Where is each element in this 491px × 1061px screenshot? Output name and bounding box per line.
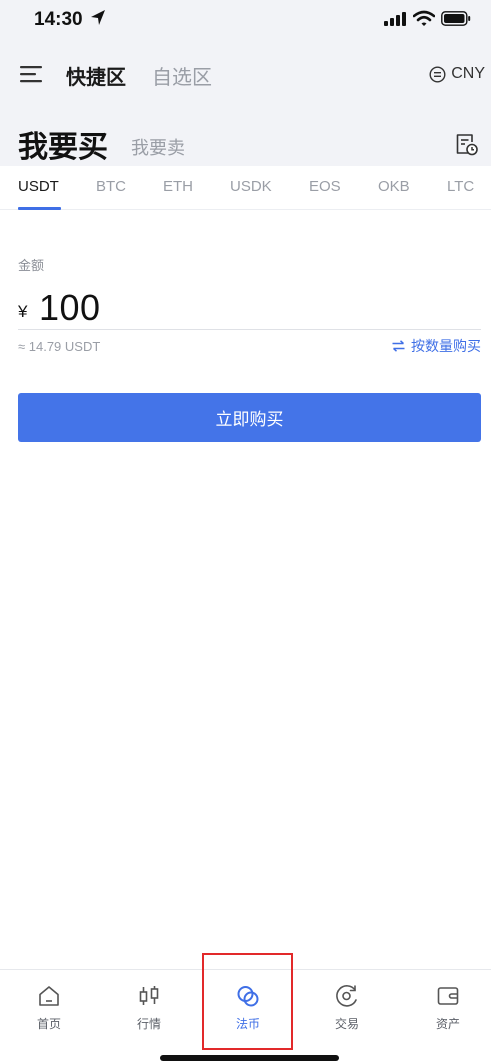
trade-icon xyxy=(336,985,357,1007)
home-icon xyxy=(39,986,59,1006)
menu-icon[interactable] xyxy=(20,64,44,84)
highlight-box xyxy=(202,953,293,1050)
amount-input[interactable]: ¥ 100 xyxy=(18,285,481,330)
location-arrow-icon xyxy=(91,10,105,25)
tab-sell[interactable]: 我要卖 xyxy=(131,134,185,160)
coin-tab-eth[interactable]: ETH xyxy=(163,178,193,195)
currency-symbol: ¥ xyxy=(18,302,28,321)
coin-tab-okb[interactable]: OKB xyxy=(378,178,410,195)
cellular-signal-icon xyxy=(384,12,406,26)
status-bar: 14:30 xyxy=(0,0,491,40)
tab-watchlist-zone[interactable]: 自选区 xyxy=(152,61,212,90)
buy-by-quantity-label: 按数量购买 xyxy=(411,338,481,354)
nav-item-assets[interactable]: 资产 xyxy=(408,982,488,1034)
status-time: 14:30 xyxy=(34,9,83,30)
nav-item-trade[interactable]: 交易 xyxy=(307,982,387,1034)
currency-label: CNY xyxy=(451,65,485,82)
header: 快捷区 自选区 CNY xyxy=(0,52,491,96)
wifi-icon xyxy=(413,10,435,26)
battery-icon xyxy=(441,11,471,26)
nav-item-home[interactable]: 首页 xyxy=(9,982,89,1034)
currency-icon xyxy=(429,65,446,83)
trade-mode-row: 我要买 我要卖 xyxy=(0,118,491,166)
nav-item-market[interactable]: 行情 xyxy=(109,982,189,1034)
coin-tab-eos[interactable]: EOS xyxy=(309,178,341,195)
wallet-icon xyxy=(437,987,459,1005)
home-indicator xyxy=(160,1055,339,1061)
coin-tabs: USDT BTC ETH USDK EOS OKB LTC xyxy=(0,166,491,210)
buy-now-button[interactable]: 立即购买 xyxy=(18,393,481,442)
orders-history-icon[interactable] xyxy=(454,132,478,156)
nav-label-trade: 交易 xyxy=(334,1017,359,1031)
coin-tab-btc[interactable]: BTC xyxy=(96,178,126,195)
nav-label-market: 行情 xyxy=(136,1017,161,1031)
nav-label-assets: 资产 xyxy=(435,1017,460,1031)
nav-label-home: 首页 xyxy=(36,1017,61,1031)
buy-by-quantity-link[interactable]: 按数量购买 xyxy=(392,336,481,356)
amount-label: 金额 xyxy=(18,258,45,273)
coin-tab-usdt[interactable]: USDT xyxy=(18,178,59,195)
approx-quantity: ≈ 14.79 USDT xyxy=(18,339,101,354)
swap-arrows-icon xyxy=(392,340,405,352)
tab-buy[interactable]: 我要买 xyxy=(18,122,108,166)
tab-quick-zone[interactable]: 快捷区 xyxy=(66,61,126,90)
candlestick-icon xyxy=(139,986,159,1005)
amount-value: 100 xyxy=(39,287,101,328)
coin-tab-ltc[interactable]: LTC xyxy=(447,178,474,195)
currency-selector[interactable]: CNY xyxy=(429,62,485,86)
coin-tab-usdk[interactable]: USDK xyxy=(230,178,272,195)
active-coin-indicator xyxy=(18,207,61,210)
